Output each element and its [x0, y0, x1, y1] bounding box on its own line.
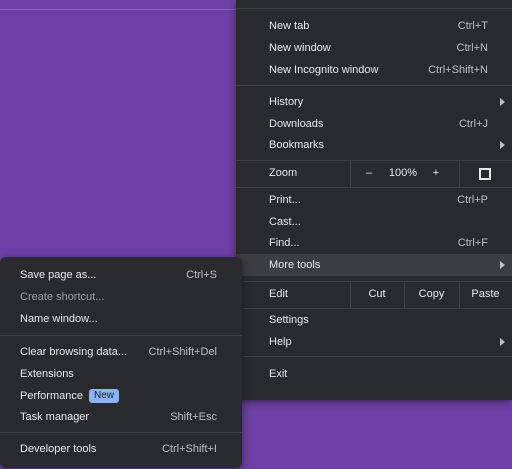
copy-button[interactable]: Copy	[404, 288, 459, 300]
find-shortcut: Ctrl+F	[457, 237, 488, 249]
more-tools-submenu: Save page as... Ctrl+S Create shortcut..…	[0, 257, 242, 468]
submenu-arrow-icon	[500, 338, 505, 346]
exit-item[interactable]: Exit	[236, 363, 512, 385]
exit-label: Exit	[269, 368, 288, 380]
save-page-shortcut: Ctrl+S	[186, 269, 217, 281]
menu-separator	[0, 432, 242, 433]
extensions-item[interactable]: Extensions	[0, 363, 242, 385]
menu-separator	[236, 356, 512, 357]
new-window-item[interactable]: New window Ctrl+N	[236, 37, 512, 59]
history-item[interactable]: History	[236, 91, 512, 113]
submenu-arrow-icon	[500, 261, 505, 269]
settings-label: Settings	[269, 314, 309, 326]
developer-tools-label: Developer tools	[20, 443, 97, 455]
edit-row: Edit Cut Copy Paste	[236, 282, 512, 308]
page-divider	[0, 9, 236, 10]
name-window-item[interactable]: Name window...	[0, 308, 242, 330]
fullscreen-icon[interactable]	[479, 168, 491, 180]
zoom-in-button[interactable]: +	[430, 167, 442, 179]
new-tab-label: New tab	[269, 20, 310, 32]
new-window-shortcut: Ctrl+N	[456, 42, 488, 54]
downloads-shortcut: Ctrl+J	[458, 118, 488, 130]
paste-button[interactable]: Paste	[459, 288, 512, 300]
extensions-label: Extensions	[20, 368, 74, 380]
save-page-item[interactable]: Save page as... Ctrl+S	[0, 264, 242, 286]
menu-separator	[236, 85, 512, 86]
new-window-label: New window	[269, 42, 331, 54]
create-shortcut-label: Create shortcut...	[20, 291, 105, 303]
create-shortcut-item: Create shortcut...	[0, 286, 242, 308]
new-badge: New	[88, 389, 119, 403]
more-tools-item[interactable]: More tools	[236, 254, 512, 276]
new-incognito-label: New Incognito window	[269, 64, 379, 76]
help-item[interactable]: Help	[236, 331, 512, 353]
zoom-divider	[350, 161, 351, 187]
developer-tools-item[interactable]: Developer tools Ctrl+Shift+I	[0, 438, 242, 460]
cut-button[interactable]: Cut	[350, 288, 404, 300]
bookmarks-item[interactable]: Bookmarks	[236, 134, 512, 156]
find-label: Find...	[269, 237, 300, 249]
new-tab-shortcut: Ctrl+T	[457, 20, 488, 32]
new-incognito-window-item[interactable]: New Incognito window Ctrl+Shift+N	[236, 59, 512, 81]
more-tools-label: More tools	[269, 259, 321, 271]
bookmarks-label: Bookmarks	[269, 139, 325, 151]
downloads-item[interactable]: Downloads Ctrl+J	[236, 113, 512, 135]
submenu-arrow-icon	[500, 98, 505, 106]
downloads-label: Downloads	[269, 118, 324, 130]
cast-item[interactable]: Cast...	[236, 211, 512, 233]
menu-separator	[236, 8, 512, 9]
task-manager-shortcut: Shift+Esc	[170, 411, 217, 423]
zoom-label: Zoom	[269, 167, 298, 179]
cast-label: Cast...	[269, 216, 301, 228]
zoom-out-button[interactable]: –	[364, 167, 374, 179]
clear-browsing-label: Clear browsing data...	[20, 346, 127, 358]
find-item[interactable]: Find... Ctrl+F	[236, 232, 512, 254]
clear-browsing-shortcut: Ctrl+Shift+Del	[148, 346, 217, 358]
zoom-level: 100%	[388, 167, 418, 179]
task-manager-item[interactable]: Task manager Shift+Esc	[0, 406, 242, 428]
edit-label: Edit	[269, 288, 288, 300]
performance-label: Performance	[20, 389, 83, 402]
developer-tools-shortcut: Ctrl+Shift+I	[161, 443, 217, 455]
performance-label-wrap: Performance New	[20, 389, 217, 403]
settings-item[interactable]: Settings	[236, 309, 512, 331]
zoom-row: Zoom – 100% +	[236, 161, 512, 187]
browser-main-menu: New tab Ctrl+T New window Ctrl+N New Inc…	[236, 0, 512, 400]
zoom-divider	[459, 161, 460, 187]
name-window-label: Name window...	[20, 313, 98, 325]
performance-item[interactable]: Performance New	[0, 385, 242, 407]
print-label: Print...	[269, 194, 301, 206]
new-incognito-shortcut: Ctrl+Shift+N	[428, 64, 488, 76]
history-label: History	[269, 96, 304, 108]
menu-separator	[236, 187, 512, 188]
print-item[interactable]: Print... Ctrl+P	[236, 189, 512, 211]
help-label: Help	[269, 336, 292, 348]
new-tab-item[interactable]: New tab Ctrl+T	[236, 15, 512, 37]
menu-separator	[0, 335, 242, 336]
submenu-arrow-icon	[500, 141, 505, 149]
task-manager-label: Task manager	[20, 411, 90, 423]
clear-browsing-data-item[interactable]: Clear browsing data... Ctrl+Shift+Del	[0, 341, 242, 363]
save-page-label: Save page as...	[20, 269, 97, 281]
print-shortcut: Ctrl+P	[457, 194, 488, 206]
